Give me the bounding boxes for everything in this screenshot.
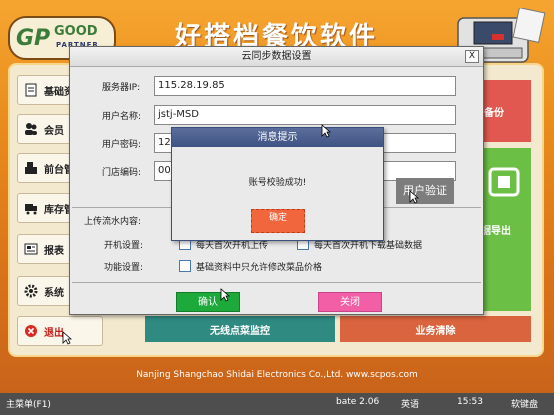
upload-content-label: 上传流水内容: — [84, 217, 142, 227]
gear-icon — [23, 283, 39, 299]
exit-icon — [23, 323, 39, 339]
language-button[interactable]: 英语 — [401, 397, 419, 410]
main-menu-button[interactable]: 主菜单(F1) — [6, 397, 51, 410]
sidebar-item-label: 退出 — [44, 327, 64, 339]
user-verify-button[interactable]: 用户验证 — [396, 178, 454, 204]
startup-settings-label: 开机设置: — [104, 241, 144, 251]
logo-mark: GP — [16, 26, 51, 51]
tile-backup-label: 备份 — [484, 107, 504, 119]
cash-register-icon — [23, 160, 39, 176]
truck-icon — [23, 200, 39, 216]
price-edit-checkbox[interactable] — [179, 260, 191, 272]
server-ip-label: 服务器IP: — [102, 83, 141, 93]
store-code-label: 门店编码: — [102, 168, 142, 178]
dialog-close-button[interactable]: X — [465, 50, 479, 63]
close-button[interactable]: 关闭 — [318, 292, 382, 312]
confirm-button[interactable]: 确认 — [176, 292, 240, 312]
tile-clear-business[interactable]: 业务清除 — [340, 316, 531, 342]
document-icon — [23, 82, 39, 98]
tile-export-label: 据导出 — [481, 226, 511, 237]
sidebar-item-label: 系统 — [44, 287, 64, 299]
version-text: bate 2.06 — [336, 397, 380, 407]
tile-clear-label: 业务清除 — [415, 325, 456, 337]
cursor-icon — [62, 331, 72, 345]
divider — [72, 282, 481, 283]
message-ok-button[interactable]: 确定 — [251, 209, 305, 233]
export-icon — [488, 167, 520, 197]
cursor-icon — [220, 288, 230, 302]
soft-keyboard-button[interactable]: 软键盘 — [511, 397, 538, 410]
taskbar: 主菜单(F1) bate 2.06 英语 15:53 软键盘 — [0, 393, 554, 415]
cursor-icon — [321, 124, 331, 138]
logo-line1: GOOD — [54, 24, 98, 39]
users-icon — [23, 121, 39, 137]
price-edit-label: 基础资料中只允许修改菜品价格 — [196, 263, 323, 273]
sidebar-item-label: 会员 — [44, 125, 64, 137]
message-box: 消息提示 账号校验成功! 确定 — [171, 127, 384, 241]
report-icon — [23, 241, 39, 257]
cursor-icon — [409, 190, 419, 204]
clock: 15:53 — [457, 397, 483, 407]
tile-wireless-label: 无线点菜监控 — [210, 325, 270, 337]
message-title: 消息提示 — [172, 128, 383, 147]
password-label: 用户密码: — [102, 140, 142, 150]
tile-wireless-monitor[interactable]: 无线点菜监控 — [145, 316, 335, 342]
message-text: 账号校验成功! — [248, 178, 307, 188]
username-input[interactable]: jstj-MSD — [154, 105, 456, 125]
username-label: 用户名称: — [102, 112, 142, 122]
server-ip-input[interactable]: 115.28.19.85 — [154, 76, 456, 96]
function-settings-label: 功能设置: — [104, 263, 144, 273]
dialog-title: 云同步数据设置 — [70, 47, 483, 67]
sidebar-item-exit[interactable]: 退出 — [17, 316, 103, 346]
sidebar-item-label: 报表 — [44, 245, 64, 257]
footer-company: Nanjing Shangchao Shidai Electronics Co.… — [136, 370, 418, 380]
